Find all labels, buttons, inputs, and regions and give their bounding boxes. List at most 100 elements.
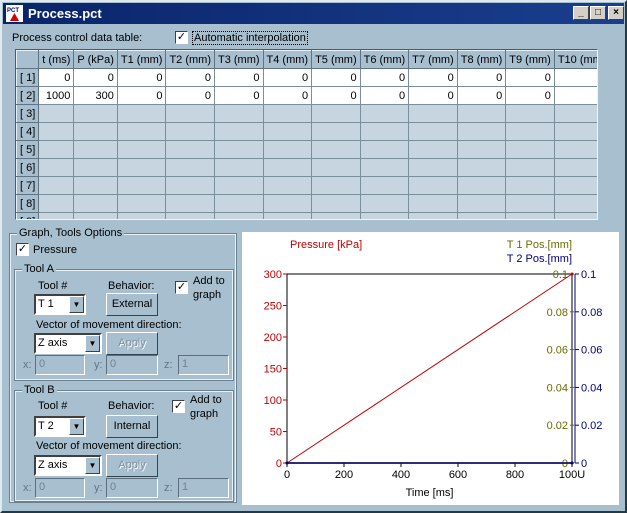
tool-b-add-checkbox[interactable]: ✓ xyxy=(172,400,185,413)
table-cell[interactable] xyxy=(213,140,264,159)
table-cell[interactable] xyxy=(262,158,313,177)
row-header[interactable]: [ 7] xyxy=(16,176,40,195)
table-cell[interactable] xyxy=(116,140,167,159)
tool-a-z-field[interactable]: 1 xyxy=(178,355,229,375)
table-cell[interactable] xyxy=(262,176,313,195)
tool-a-apply-button[interactable]: Apply xyxy=(106,332,158,355)
table-cell[interactable] xyxy=(311,212,361,219)
column-header[interactable]: P (kPa) xyxy=(73,50,118,69)
tool-a-x-field[interactable]: 0 xyxy=(35,355,85,375)
table-cell[interactable] xyxy=(359,158,410,177)
table-row[interactable]: [ 4] xyxy=(16,122,597,141)
table-cell[interactable]: 0 xyxy=(553,86,597,105)
table-cell[interactable] xyxy=(505,122,555,141)
table-cell[interactable]: 0 xyxy=(505,86,555,105)
table-cell[interactable] xyxy=(116,176,167,195)
table-cell[interactable] xyxy=(38,194,75,213)
table-cell[interactable] xyxy=(38,176,75,195)
table-cell[interactable] xyxy=(213,212,264,219)
table-cell[interactable] xyxy=(456,158,507,177)
tool-b-z-field[interactable]: 1 xyxy=(178,478,229,498)
table-cell[interactable] xyxy=(505,194,555,213)
table-row[interactable]: [ 1]000000000000 xyxy=(16,68,597,87)
table-cell[interactable] xyxy=(359,176,410,195)
column-header[interactable]: T2 (mm) xyxy=(165,50,215,69)
table-cell[interactable] xyxy=(359,212,410,219)
table-cell[interactable]: 0 xyxy=(213,86,264,105)
table-cell[interactable] xyxy=(505,104,555,123)
table-cell[interactable]: 0 xyxy=(505,68,555,87)
table-cell[interactable] xyxy=(116,158,167,177)
tool-b-axis-select[interactable]: Z axis ▼ xyxy=(34,455,102,476)
column-header[interactable]: T10 (mm) xyxy=(553,50,597,69)
table-cell[interactable] xyxy=(213,158,264,177)
table-cell[interactable] xyxy=(456,122,507,141)
table-cell[interactable] xyxy=(408,158,458,177)
auto-interp-checkbox[interactable]: ✓ xyxy=(175,31,188,44)
pressure-checkbox[interactable]: ✓ xyxy=(16,243,29,256)
table-cell[interactable] xyxy=(38,158,75,177)
row-header[interactable]: [ 2] xyxy=(16,86,40,105)
table-cell[interactable] xyxy=(553,212,597,219)
table-cell[interactable]: 0 xyxy=(116,68,167,87)
table-cell[interactable]: 0 xyxy=(213,68,264,87)
tool-a-y-field[interactable]: 0 xyxy=(106,355,158,375)
table-cell[interactable] xyxy=(505,212,555,219)
table-cell[interactable] xyxy=(73,122,118,141)
table-cell[interactable] xyxy=(73,158,118,177)
table-row[interactable]: [ 9] xyxy=(16,212,597,219)
table-cell[interactable]: 0 xyxy=(116,86,167,105)
table-cell[interactable]: 0 xyxy=(359,86,410,105)
table-cell[interactable] xyxy=(165,122,215,141)
table-cell[interactable] xyxy=(73,140,118,159)
table-cell[interactable] xyxy=(456,212,507,219)
table-cell[interactable]: 0 xyxy=(553,68,597,87)
table-cell[interactable] xyxy=(165,140,215,159)
column-header[interactable]: T7 (mm) xyxy=(408,50,458,69)
table-cell[interactable] xyxy=(408,122,458,141)
table-cell[interactable] xyxy=(165,104,215,123)
column-header[interactable]: T3 (mm) xyxy=(213,50,264,69)
table-cell[interactable] xyxy=(311,158,361,177)
table-cell[interactable]: 0 xyxy=(456,68,507,87)
tool-a-behavior-button[interactable]: External xyxy=(106,293,158,316)
table-cell[interactable] xyxy=(116,212,167,219)
table-cell[interactable] xyxy=(116,122,167,141)
title-bar[interactable]: PCT Process.pct _ □ × xyxy=(3,3,624,24)
table-row[interactable]: [ 3] xyxy=(16,104,597,123)
table-cell[interactable] xyxy=(359,194,410,213)
table-cell[interactable] xyxy=(408,212,458,219)
table-cell[interactable] xyxy=(553,104,597,123)
table-cell[interactable] xyxy=(116,104,167,123)
tool-a-tool-select[interactable]: T 1 ▼ xyxy=(34,294,86,315)
minimize-button[interactable]: _ xyxy=(573,6,589,20)
auto-interp-label[interactable]: Automatic interpolation xyxy=(192,31,308,45)
table-cell[interactable]: 0 xyxy=(456,86,507,105)
table-cell[interactable] xyxy=(456,104,507,123)
row-header[interactable]: [ 9] xyxy=(16,212,40,219)
table-cell[interactable]: 0 xyxy=(73,68,118,87)
table-cell[interactable] xyxy=(456,176,507,195)
table-row[interactable]: [ 7] xyxy=(16,176,597,195)
table-cell[interactable] xyxy=(165,176,215,195)
table-cell[interactable] xyxy=(165,212,215,219)
chevron-down-icon[interactable]: ▼ xyxy=(69,296,84,313)
table-cell[interactable] xyxy=(505,176,555,195)
table-cell[interactable]: 0 xyxy=(359,68,410,87)
table-cell[interactable]: 0 xyxy=(262,68,313,87)
table-cell[interactable] xyxy=(262,212,313,219)
tool-b-behavior-button[interactable]: Internal xyxy=(106,415,158,438)
table-cell[interactable] xyxy=(116,194,167,213)
table-cell[interactable] xyxy=(505,158,555,177)
table-cell[interactable]: 0 xyxy=(408,86,458,105)
tool-a-add-checkbox[interactable]: ✓ xyxy=(175,281,188,294)
table-cell[interactable] xyxy=(262,122,313,141)
table-cell[interactable] xyxy=(73,212,118,219)
table-cell[interactable] xyxy=(408,194,458,213)
table-cell[interactable] xyxy=(311,176,361,195)
table-cell[interactable]: 300 xyxy=(73,86,118,105)
table-cell[interactable]: 0 xyxy=(311,86,361,105)
table-cell[interactable] xyxy=(553,194,597,213)
table-cell[interactable] xyxy=(553,140,597,159)
table-cell[interactable] xyxy=(165,158,215,177)
